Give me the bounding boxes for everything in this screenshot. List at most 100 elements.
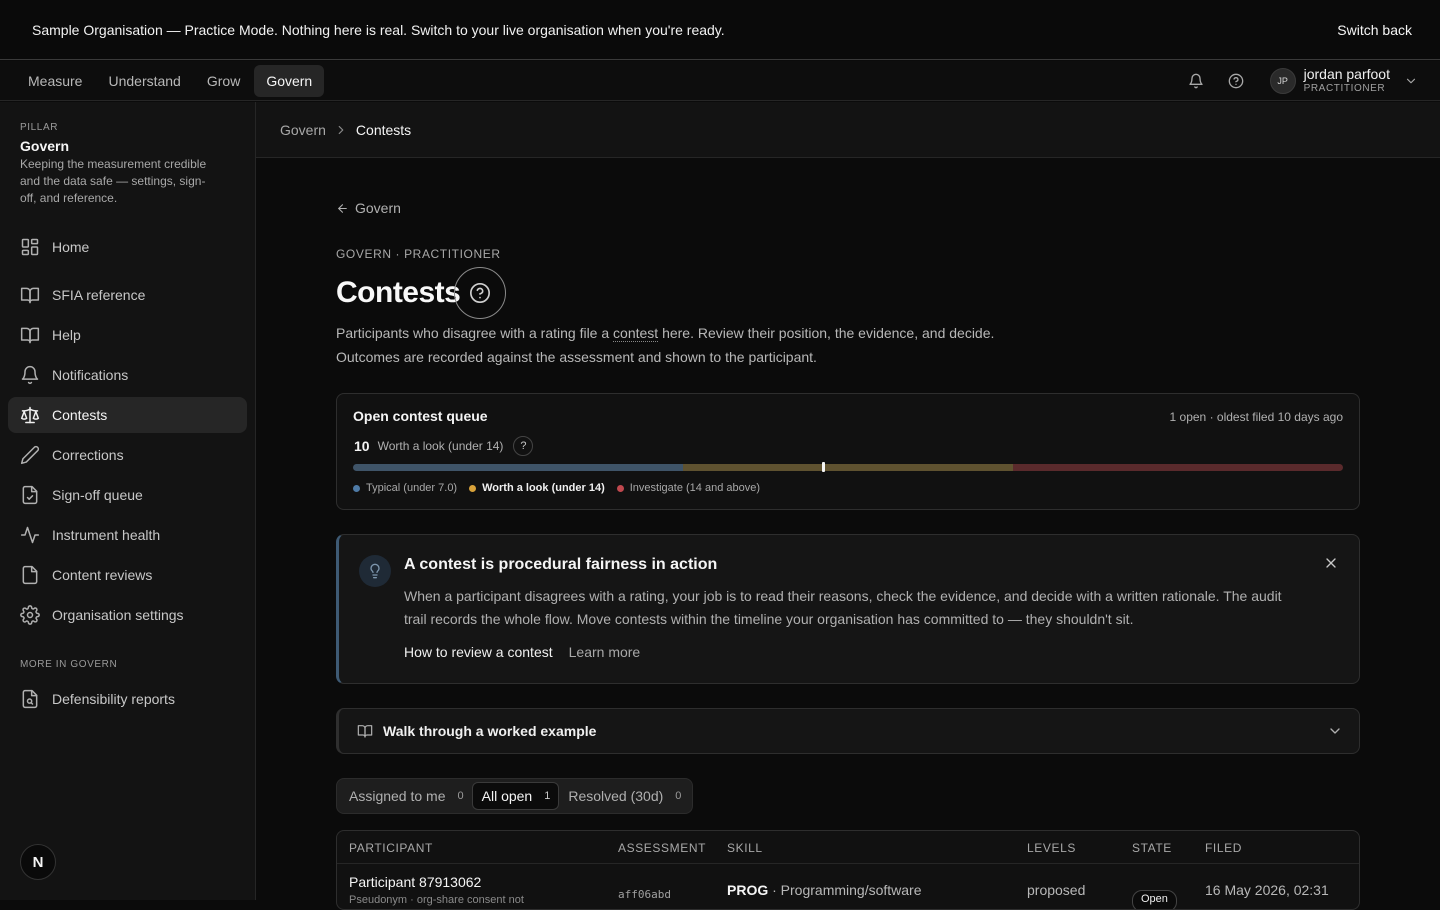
table-header: PARTICIPANT ASSESSMENT SKILL LEVELS STAT… <box>337 831 1359 864</box>
sidebar-item-label: Notifications <box>52 367 129 383</box>
page-title: Contests <box>336 276 461 309</box>
queue-score-value: 10 <box>354 438 370 454</box>
participant-name: Participant 87913062 <box>349 874 482 890</box>
app-logo[interactable]: N <box>20 844 56 880</box>
legend-item-typical: Typical (under 7.0) <box>353 482 457 494</box>
sidebar-item-defensibility-reports[interactable]: Defensibility reports <box>8 681 247 717</box>
status-badge: Open <box>1132 890 1177 909</box>
sidebar-item-label: Home <box>52 239 90 255</box>
sidebar-item-sfia-reference[interactable]: SFIA reference <box>8 277 247 313</box>
chevron-down-icon <box>1404 74 1418 88</box>
sidebar-item-notifications[interactable]: Notifications <box>8 357 247 393</box>
sidebar-item-instrument-health[interactable]: Instrument health <box>8 517 247 553</box>
sidebar-item-help[interactable]: Help <box>8 317 247 353</box>
scales-icon <box>20 406 40 424</box>
pencil-icon <box>20 445 40 465</box>
file-icon <box>22 565 38 585</box>
legend-dot <box>469 484 477 492</box>
sidebar-item-contests[interactable]: Contests <box>8 397 247 433</box>
tab-grow[interactable]: Grow <box>195 65 252 97</box>
sidebar-kicker: PILLAR <box>20 122 59 133</box>
callout-body: When a participant disagrees with a rati… <box>404 588 1282 627</box>
filter-label: Resolved (30d) <box>568 788 664 804</box>
queue-score-marker <box>822 462 826 472</box>
close-icon[interactable] <box>1323 555 1339 576</box>
legend-item-worth-a-look: Worth a look (under 14) <box>469 482 605 494</box>
chevron-right-icon <box>334 123 348 137</box>
practice-mode-banner: Sample Organisation — Practice Mode. Not… <box>0 0 1440 60</box>
band-investigate <box>1012 464 1343 471</box>
legend-label: Worth a look (under 14) <box>482 482 605 494</box>
user-info: jordan parfoot PRACTITIONER <box>1304 66 1390 96</box>
book-open-icon <box>357 725 373 738</box>
filter-count: 0 <box>675 790 682 802</box>
filter-assigned-to-me[interactable]: Assigned to me 0 <box>340 782 472 810</box>
worked-example-expander[interactable]: Walk through a worked example <box>336 708 1360 754</box>
back-link-label: Govern <box>355 200 401 216</box>
sidebar-item-sign-off-queue[interactable]: Sign-off queue <box>8 477 247 513</box>
queue-meta: 1 open · oldest filed 10 days ago <box>1169 410 1343 424</box>
queue-title: Open contest queue <box>353 408 488 424</box>
filed-date: 16 May 2026, 02:31 <box>1205 882 1329 898</box>
column-header-levels[interactable]: LEVELS <box>1027 841 1076 855</box>
user-menu[interactable]: JP jordan parfoot PRACTITIONER <box>1269 66 1418 96</box>
column-header-filed[interactable]: FILED <box>1205 841 1242 855</box>
file-check-icon <box>22 485 38 505</box>
how-to-review-link[interactable]: How to review a contest <box>404 644 553 660</box>
gear-icon <box>20 605 40 625</box>
sidebar-item-corrections[interactable]: Corrections <box>8 437 247 473</box>
callout-title: A contest is procedural fairness in acti… <box>404 556 718 573</box>
queue-legend: Typical (under 7.0) Worth a look (under … <box>353 482 760 494</box>
queue-score: 10 Worth a look (under 14) ? <box>354 436 534 456</box>
queue-help-button[interactable]: ? <box>513 436 534 456</box>
sidebar-more-heading: MORE IN GOVERN <box>20 659 118 670</box>
contests-table: PARTICIPANT ASSESSMENT SKILL LEVELS STAT… <box>336 830 1360 910</box>
band-typical <box>353 464 683 471</box>
skill-name: · Programming/software <box>768 882 922 898</box>
sidebar-item-label: Organisation settings <box>52 607 184 623</box>
sidebar-item-label: Sign-off queue <box>52 487 143 503</box>
tab-measure[interactable]: Measure <box>16 65 94 97</box>
home-grid-icon <box>21 238 39 256</box>
tab-understand[interactable]: Understand <box>96 65 192 97</box>
back-link[interactable]: Govern <box>336 200 401 216</box>
page-help-button[interactable] <box>454 267 506 319</box>
banner-org-mode: Sample Organisation — Practice Mode. <box>32 21 278 38</box>
bell-icon[interactable] <box>1184 69 1208 93</box>
sidebar-item-home[interactable]: Home <box>8 229 247 265</box>
activity-icon <box>20 526 40 544</box>
table-row[interactable]: Participant 87913062 Pseudonym · org-sha… <box>337 864 1359 909</box>
column-header-assessment[interactable]: ASSESSMENT <box>618 841 706 855</box>
filter-label: All open <box>481 788 533 804</box>
learn-more-link[interactable]: Learn more <box>569 644 641 660</box>
filter-all-open[interactable]: All open 1 <box>471 782 560 810</box>
breadcrumb-parent[interactable]: Govern <box>280 122 326 138</box>
page-description-part: Participants who disagree with a rating … <box>336 325 614 341</box>
legend-item-investigate: Investigate (14 and above) <box>616 482 760 494</box>
sidebar-item-organisation-settings[interactable]: Organisation settings <box>8 597 247 633</box>
switch-back-button[interactable]: Switch back <box>1337 22 1412 38</box>
filter-resolved-30d[interactable]: Resolved (30d) 0 <box>559 782 689 810</box>
sidebar-item-label: Contests <box>52 407 108 423</box>
column-header-participant[interactable]: PARTICIPANT <box>349 841 433 855</box>
banner-message: Sample Organisation — Practice Mode. Not… <box>32 22 725 38</box>
column-header-state[interactable]: STATE <box>1132 841 1172 855</box>
callout-links: How to review a contest Learn more <box>404 644 640 660</box>
sidebar-item-label: Instrument health <box>52 527 161 543</box>
band-worth-a-look <box>682 464 1013 471</box>
avatar: JP <box>1269 68 1296 94</box>
file-search-icon <box>22 689 38 709</box>
column-header-skill[interactable]: SKILL <box>727 841 763 855</box>
levels-cell: proposed <box>1027 882 1086 898</box>
banner-text: Nothing here is real. Switch to your liv… <box>277 21 725 38</box>
filter-count: 0 <box>457 790 464 802</box>
queue-score-label: Worth a look (under 14) <box>377 439 504 453</box>
bell-icon <box>21 365 39 385</box>
tab-govern[interactable]: Govern <box>254 64 325 97</box>
contest-filter-tabs: Assigned to me 0 All open 1 Resolved (30d)… <box>336 778 694 814</box>
sidebar-item-content-reviews[interactable]: Content reviews <box>8 557 247 593</box>
filter-label: Assigned to me <box>349 788 446 804</box>
breadcrumb-current: Contests <box>355 121 412 138</box>
help-circle-icon[interactable] <box>1224 69 1248 93</box>
contest-term[interactable]: contest <box>613 325 659 342</box>
